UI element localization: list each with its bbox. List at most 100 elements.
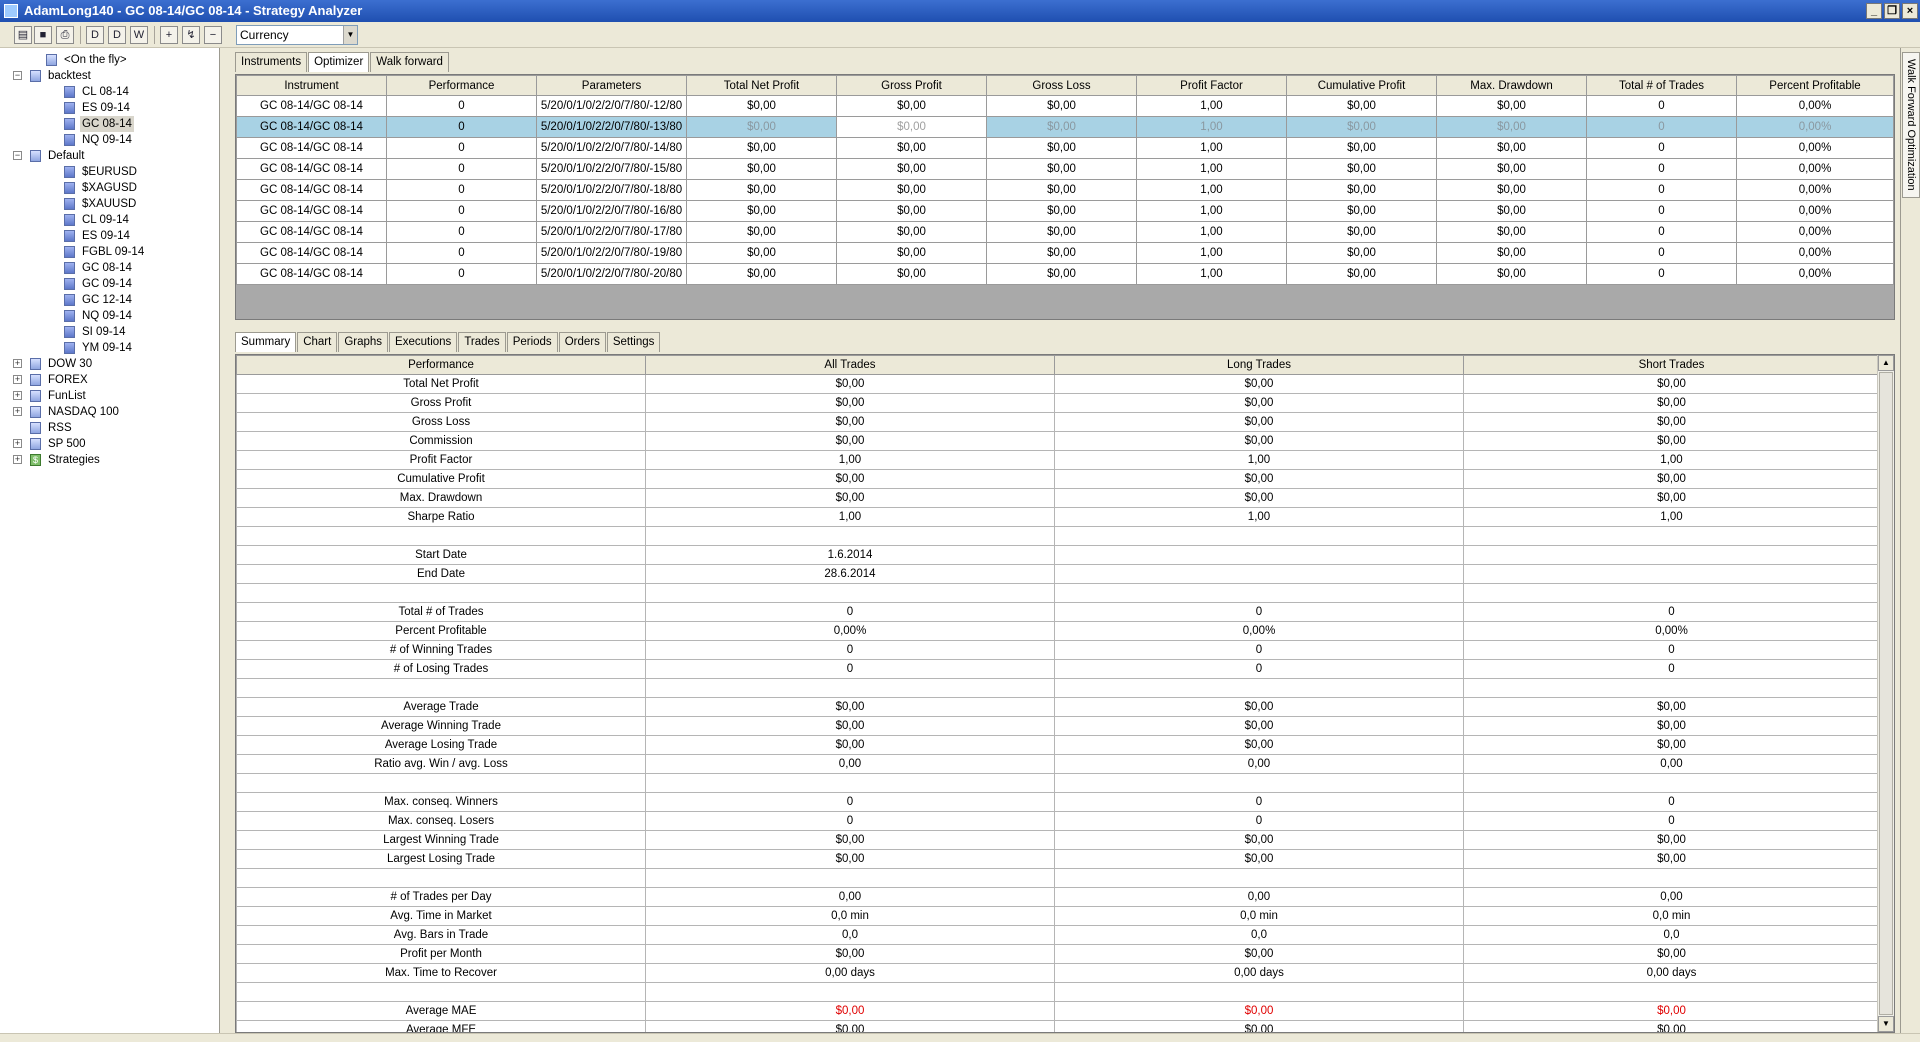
tree-item-gc-09-14[interactable]: GC 09-14 xyxy=(0,276,218,292)
tab-graphs[interactable]: Graphs xyxy=(338,332,389,352)
table-row[interactable]: GC 08-14/GC 08-14 0 5/20/0/1/0/2/2/0/7/80/… xyxy=(236,179,1894,201)
tree-item-nasdaq-100[interactable]: + NASDAQ 100 xyxy=(0,404,218,420)
column-header-total-of-trades[interactable]: Total # of Trades xyxy=(1586,75,1737,96)
summary-scrollbar[interactable]: ▲ ▼ xyxy=(1877,355,1894,1032)
tab-instruments[interactable]: Instruments xyxy=(235,52,308,72)
table-row[interactable]: GC 08-14/GC 08-14 0 5/20/0/1/0/2/2/0/7/80/… xyxy=(236,95,1894,117)
close-button[interactable]: × xyxy=(1902,3,1918,19)
column-header-max-drawdown[interactable]: Max. Drawdown xyxy=(1436,75,1587,96)
tree-item-eurusd[interactable]: $EURUSD xyxy=(0,164,218,180)
cell-max-drawdown: $0,00 xyxy=(1436,158,1587,180)
scroll-up-icon[interactable]: ▲ xyxy=(1878,355,1894,371)
scroll-thumb[interactable] xyxy=(1879,372,1893,1015)
column-header-percent-profitable[interactable]: Percent Profitable xyxy=(1736,75,1894,96)
metric-value-long-trades: $0,00 xyxy=(1054,1001,1464,1021)
scroll-down-icon[interactable]: ▼ xyxy=(1878,1016,1894,1032)
daily-period-icon[interactable]: D xyxy=(108,26,126,44)
expand-icon[interactable]: + xyxy=(13,455,22,464)
column-header-long-trades[interactable]: Long Trades xyxy=(1054,355,1464,375)
save-icon[interactable]: ■ xyxy=(34,26,52,44)
column-header-total-net-profit[interactable]: Total Net Profit xyxy=(686,75,837,96)
column-header-cumulative-profit[interactable]: Cumulative Profit xyxy=(1286,75,1437,96)
expand-icon[interactable]: + xyxy=(13,375,22,384)
tab-trades[interactable]: Trades xyxy=(458,332,506,352)
tree-item-rss[interactable]: RSS xyxy=(0,420,218,436)
tree-item-gc-08-14[interactable]: GC 08-14 xyxy=(0,116,218,132)
tree-item-fgbl-09-14[interactable]: FGBL 09-14 xyxy=(0,244,218,260)
tab-optimizer[interactable]: Optimizer xyxy=(308,52,370,72)
table-row[interactable]: GC 08-14/GC 08-14 0 5/20/0/1/0/2/2/0/7/80/… xyxy=(236,116,1894,138)
tab-executions[interactable]: Executions xyxy=(389,332,458,352)
expand-icon[interactable]: + xyxy=(13,407,22,416)
cell-total-net-profit: $0,00 xyxy=(686,137,837,159)
column-header-short-trades[interactable]: Short Trades xyxy=(1463,355,1880,375)
walk-forward-optimization-tab[interactable]: Walk Forward Optimization xyxy=(1902,52,1920,198)
column-header-performance[interactable]: Performance xyxy=(386,75,537,96)
day-period-icon[interactable]: D xyxy=(86,26,104,44)
tree-item-forex[interactable]: + FOREX xyxy=(0,372,218,388)
vertical-splitter[interactable] xyxy=(221,48,228,1033)
tree-item-backtest[interactable]: − backtest xyxy=(0,68,218,84)
print-icon[interactable]: ⎙ xyxy=(56,26,74,44)
tree-item-si-09-14[interactable]: SI 09-14 xyxy=(0,324,218,340)
table-row[interactable]: GC 08-14/GC 08-14 0 5/20/0/1/0/2/2/0/7/80/… xyxy=(236,137,1894,159)
tree-item-default[interactable]: − Default xyxy=(0,148,218,164)
tab-orders[interactable]: Orders xyxy=(558,332,606,352)
instrument-icon xyxy=(64,102,75,114)
summary-spacer-row xyxy=(236,526,1880,546)
weekly-period-icon[interactable]: W xyxy=(130,26,148,44)
open-folder-icon[interactable]: ▤ xyxy=(14,26,32,44)
expand-icon[interactable]: + xyxy=(13,391,22,400)
table-row[interactable]: GC 08-14/GC 08-14 0 5/20/0/1/0/2/2/0/7/80/… xyxy=(236,200,1894,222)
display-unit-select[interactable]: Currency ▼ xyxy=(236,25,358,45)
column-header-profit-factor[interactable]: Profit Factor xyxy=(1136,75,1287,96)
column-header-performance[interactable]: Performance xyxy=(236,355,646,375)
tab-walk-forward[interactable]: Walk forward xyxy=(370,52,449,72)
remove-icon[interactable]: − xyxy=(204,26,222,44)
column-header-all-trades[interactable]: All Trades xyxy=(645,355,1055,375)
minimize-button[interactable]: _ xyxy=(1866,3,1882,19)
column-header-parameters[interactable]: Parameters xyxy=(536,75,687,96)
column-header-instrument[interactable]: Instrument xyxy=(236,75,387,96)
collapse-icon[interactable]: − xyxy=(13,71,22,80)
add-icon[interactable]: + xyxy=(160,26,178,44)
tree-item-sp-500[interactable]: + SP 500 xyxy=(0,436,218,452)
tree-item-gc-08-14[interactable]: GC 08-14 xyxy=(0,260,218,276)
tree-item-on-the-fly[interactable]: <On the fly> xyxy=(0,52,218,68)
tree-item-xagusd[interactable]: $XAGUSD xyxy=(0,180,218,196)
tab-periods[interactable]: Periods xyxy=(506,332,558,352)
chevron-down-icon[interactable]: ▼ xyxy=(343,26,357,44)
metric-value-short-trades: $0,00 xyxy=(1463,830,1880,850)
expand-icon[interactable]: + xyxy=(13,439,22,448)
metric-label: Ratio avg. Win / avg. Loss xyxy=(236,754,646,774)
horizontal-splitter[interactable] xyxy=(228,324,1900,330)
table-row[interactable]: GC 08-14/GC 08-14 0 5/20/0/1/0/2/2/0/7/80/… xyxy=(236,242,1894,264)
tree-item-es-09-14[interactable]: ES 09-14 xyxy=(0,228,218,244)
tree-item-es-09-14[interactable]: ES 09-14 xyxy=(0,100,218,116)
tree-item-nq-09-14[interactable]: NQ 09-14 xyxy=(0,308,218,324)
tree-item-dow-30[interactable]: + DOW 30 xyxy=(0,356,218,372)
table-row[interactable]: GC 08-14/GC 08-14 0 5/20/0/1/0/2/2/0/7/80/… xyxy=(236,158,1894,180)
collapse-icon[interactable]: − xyxy=(13,151,22,160)
tree-item-strategies[interactable]: + $ Strategies xyxy=(0,452,218,468)
tree-item-gc-12-14[interactable]: GC 12-14 xyxy=(0,292,218,308)
metric-label: Gross Profit xyxy=(236,393,646,413)
tree-item-funlist[interactable]: + FunList xyxy=(0,388,218,404)
optimize-icon[interactable]: ↯ xyxy=(182,26,200,44)
table-row[interactable]: GC 08-14/GC 08-14 0 5/20/0/1/0/2/2/0/7/80/… xyxy=(236,221,1894,243)
tree-item-xauusd[interactable]: $XAUUSD xyxy=(0,196,218,212)
tree-item-label: CL 08-14 xyxy=(82,86,129,98)
tree-item-cl-09-14[interactable]: CL 09-14 xyxy=(0,212,218,228)
tree-item-ym-09-14[interactable]: YM 09-14 xyxy=(0,340,218,356)
table-row[interactable]: GC 08-14/GC 08-14 0 5/20/0/1/0/2/2/0/7/80/… xyxy=(236,263,1894,285)
tab-summary[interactable]: Summary xyxy=(235,332,297,352)
tab-settings[interactable]: Settings xyxy=(606,332,661,352)
tree-item-nq-09-14[interactable]: NQ 09-14 xyxy=(0,132,218,148)
column-header-gross-profit[interactable]: Gross Profit xyxy=(836,75,987,96)
tree-item-cl-08-14[interactable]: CL 08-14 xyxy=(0,84,218,100)
restore-button[interactable]: ❐ xyxy=(1884,3,1900,19)
expand-icon[interactable]: + xyxy=(13,359,22,368)
tab-chart[interactable]: Chart xyxy=(297,332,338,352)
column-header-gross-loss[interactable]: Gross Loss xyxy=(986,75,1137,96)
cell-gross-profit: $0,00 xyxy=(836,179,987,201)
